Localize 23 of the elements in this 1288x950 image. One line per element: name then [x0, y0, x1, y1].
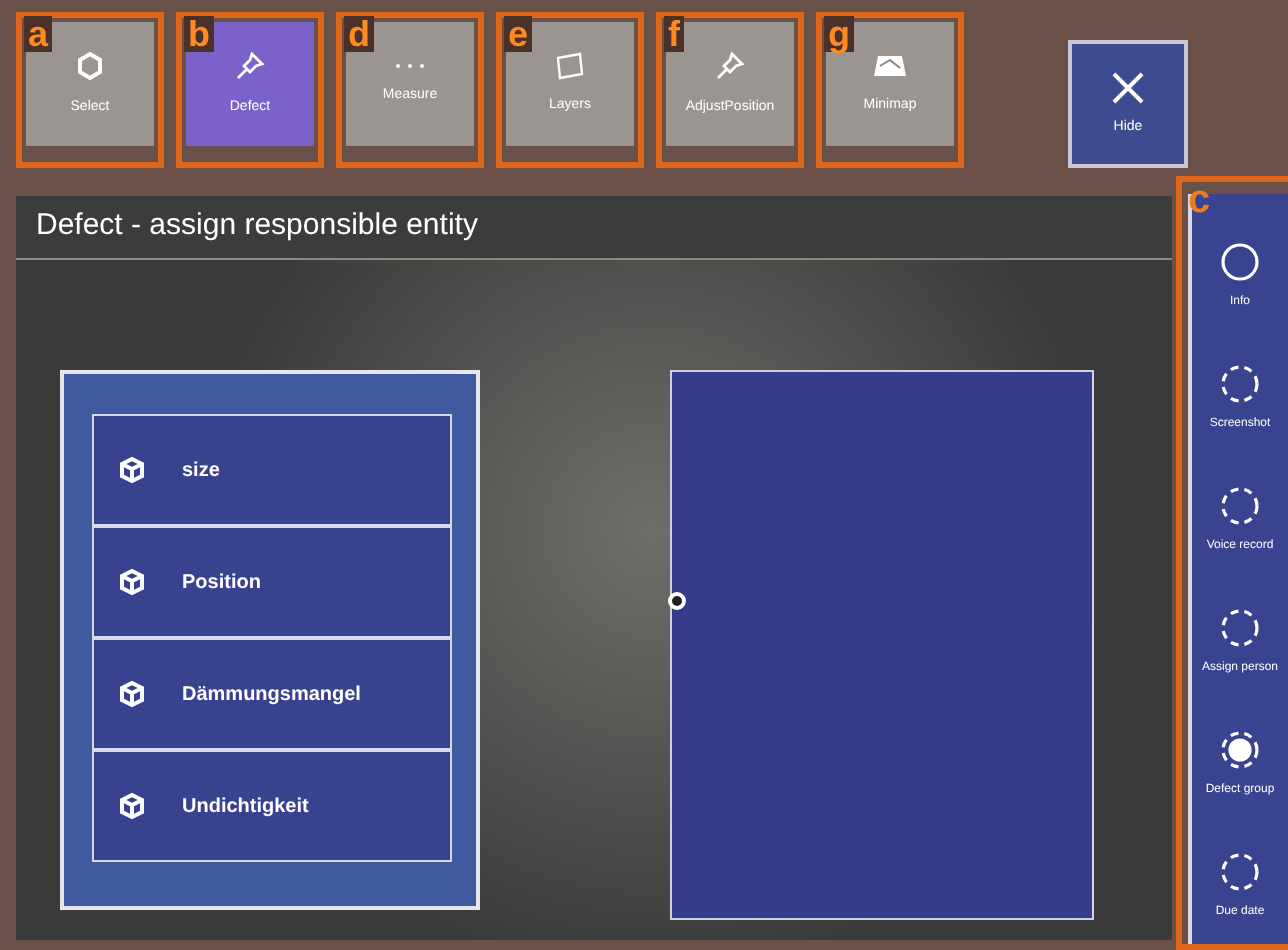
cube-icon [118, 680, 146, 708]
annotation-letter: d [344, 16, 374, 52]
layers-icon [554, 51, 586, 80]
pushpin-icon [714, 49, 746, 82]
annotation-letter: a [24, 16, 53, 52]
annotation-letter: g [824, 16, 854, 52]
annotation-letter: c [1188, 182, 1211, 220]
more-icon [394, 61, 426, 70]
pointer-cursor [668, 592, 686, 610]
annotation-letter: e [504, 16, 533, 52]
entity-list-item[interactable]: Position [92, 526, 452, 638]
map-icon [872, 51, 908, 80]
cube-icon [118, 792, 146, 820]
entity-list-item[interactable]: Dämmungsmangel [92, 638, 452, 750]
cube-icon [118, 456, 146, 484]
cube-icon [118, 568, 146, 596]
entity-list-item[interactable]: Undichtigkeit [92, 750, 452, 862]
annotation-letter: f [664, 16, 684, 52]
panel-title: Defect - assign responsible entity [36, 206, 478, 247]
pushpin-icon [234, 49, 266, 82]
annotation-letter: b [184, 16, 214, 52]
entity-list-item[interactable]: size [92, 414, 452, 526]
close-icon [1110, 69, 1146, 106]
